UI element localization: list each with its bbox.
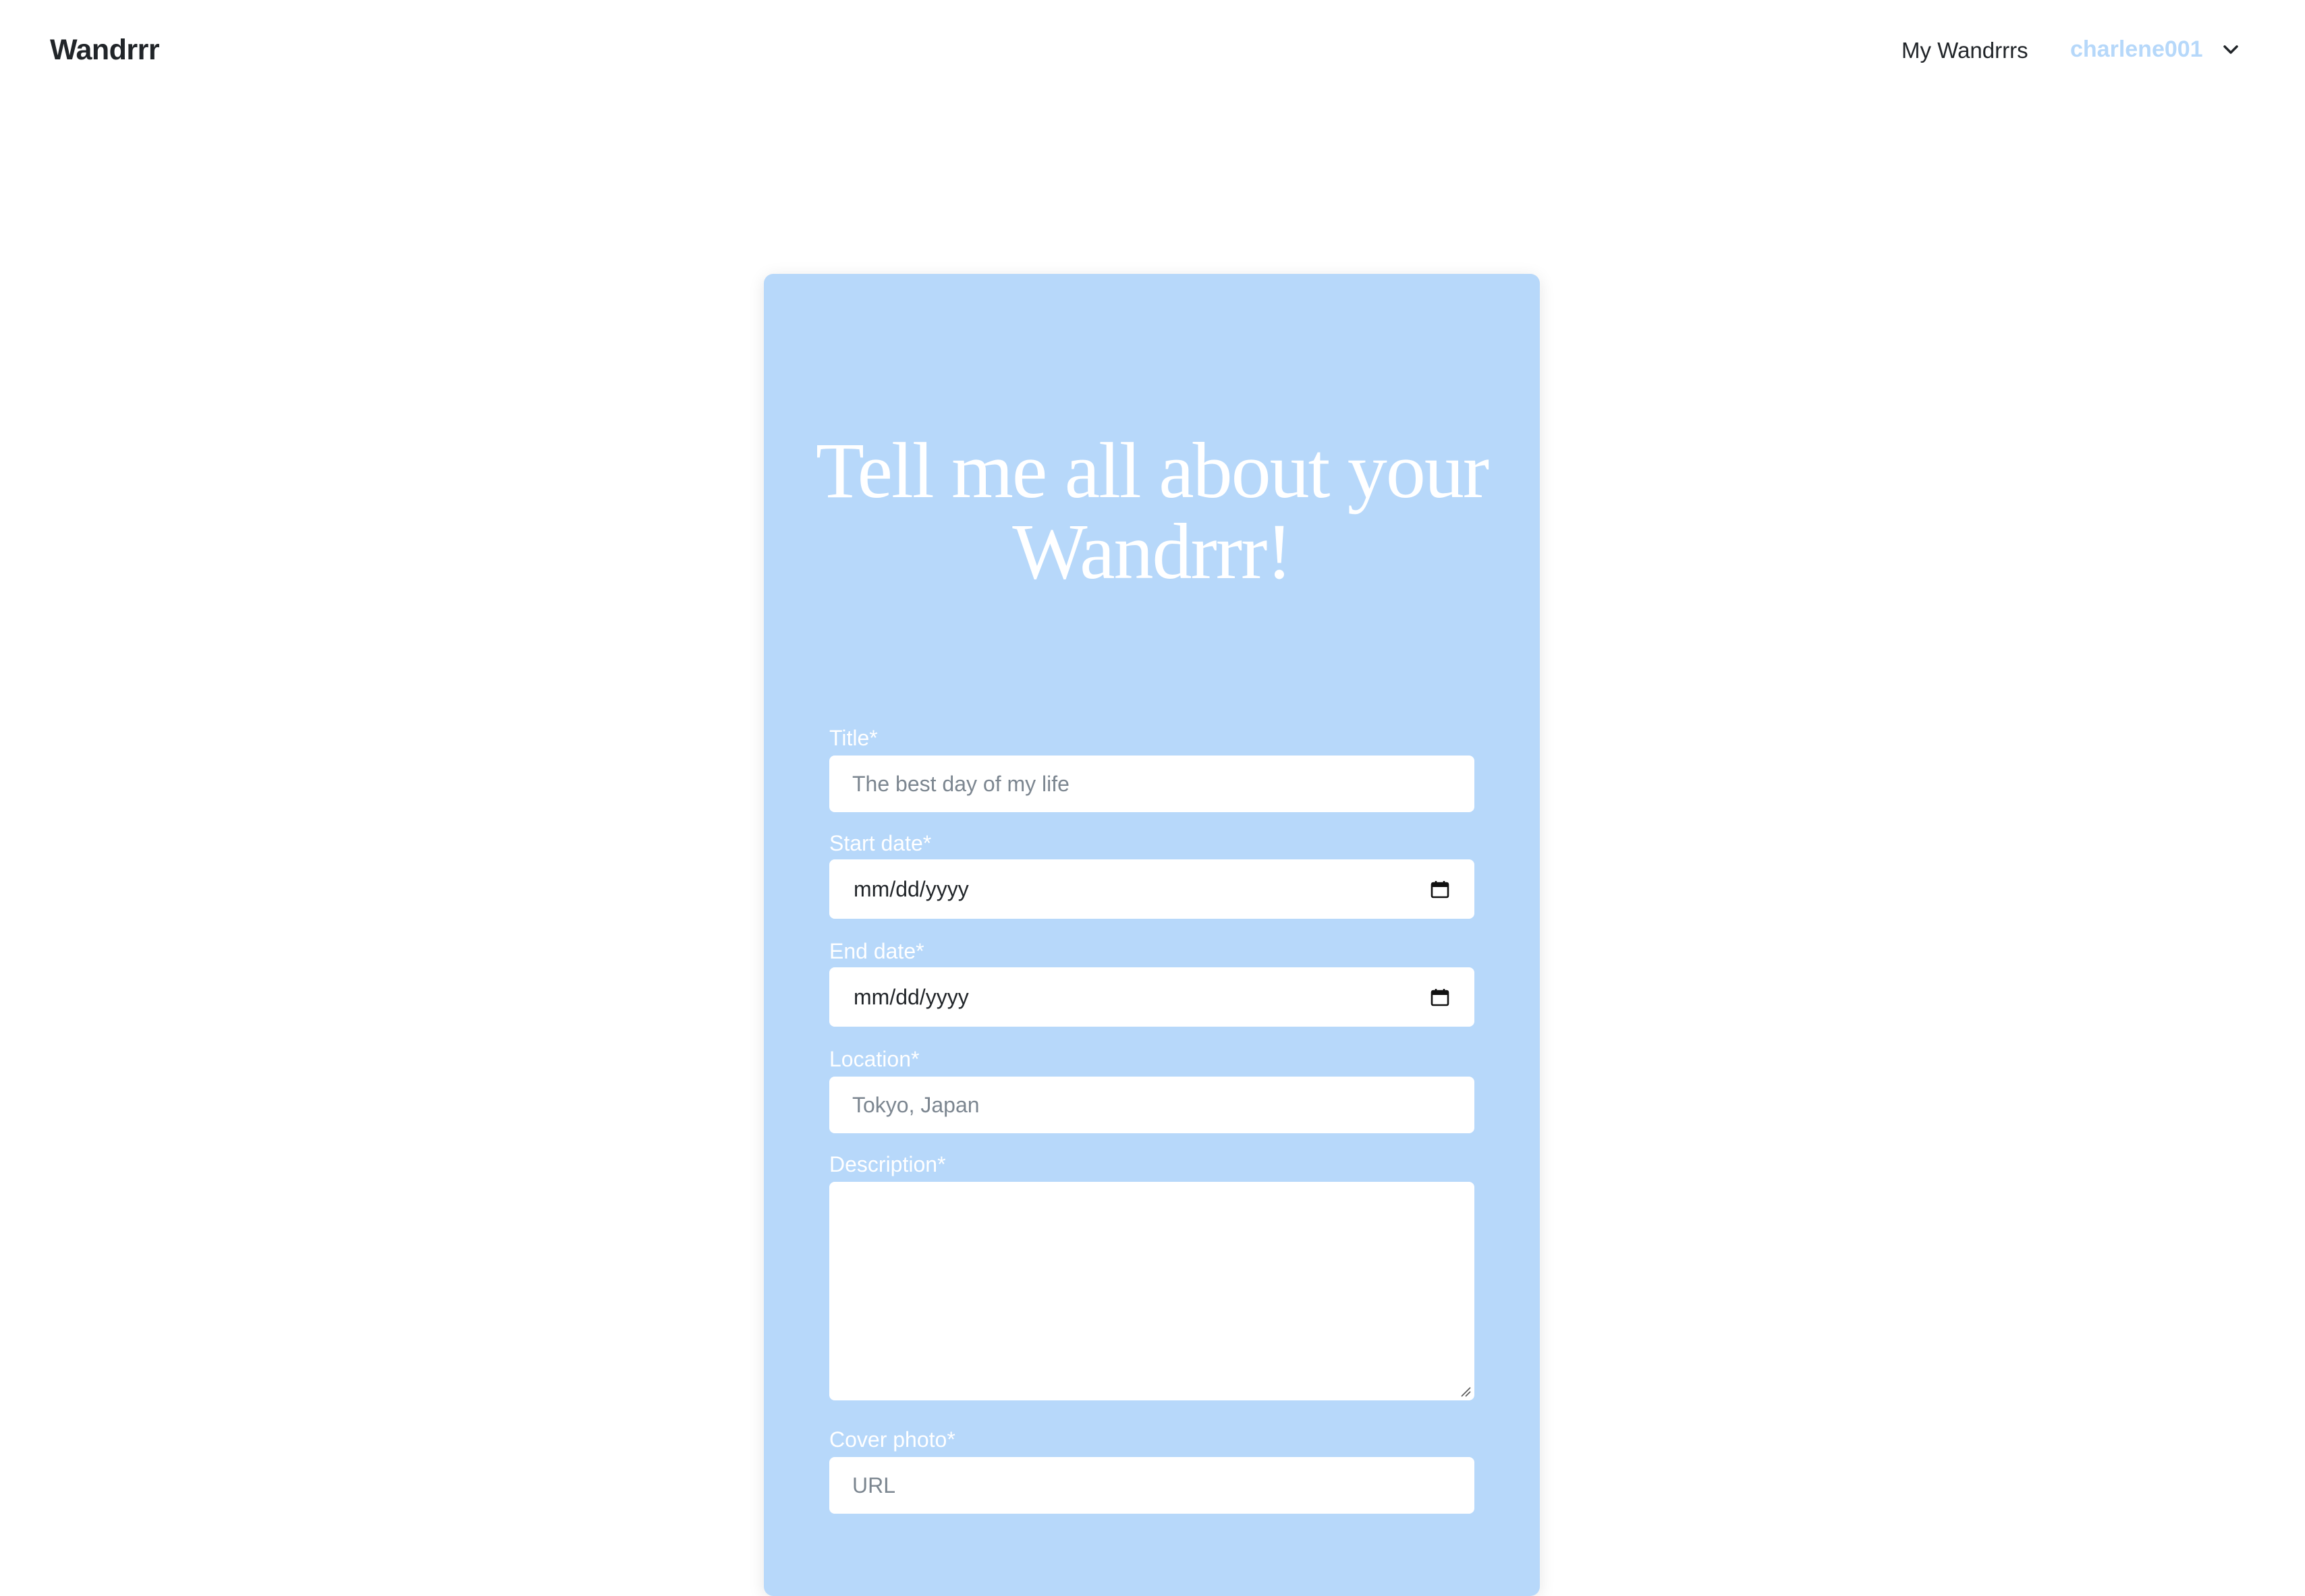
location-input[interactable]	[829, 1077, 1474, 1133]
form-heading: Tell me all about your Wandrrr!	[815, 426, 1489, 596]
resize-grip-icon[interactable]	[1459, 1385, 1471, 1397]
cover-photo-label: Cover photo*	[829, 1427, 955, 1452]
end-date-input[interactable]: mm/dd/yyyy	[829, 967, 1474, 1027]
calendar-icon[interactable]	[1430, 879, 1450, 899]
cover-photo-input[interactable]	[829, 1457, 1474, 1514]
my-wandrrrs-link[interactable]: My Wandrrrs	[1901, 38, 2028, 63]
start-date-label: Start date*	[829, 831, 932, 855]
calendar-icon[interactable]	[1430, 987, 1450, 1007]
top-navbar: Wandrrr My Wandrrrs charlene001	[0, 0, 2305, 107]
brand-logo-link[interactable]: Wandrrr	[50, 34, 160, 67]
title-label: Title*	[829, 726, 878, 750]
title-input[interactable]	[829, 756, 1474, 812]
start-date-input[interactable]: mm/dd/yyyy	[829, 859, 1474, 919]
user-menu-dropdown[interactable]: charlene001	[2070, 36, 2242, 63]
description-label: Description*	[829, 1152, 946, 1176]
username-label: charlene001	[2070, 36, 2203, 62]
end-date-value: mm/dd/yyyy	[854, 984, 969, 1009]
location-label: Location*	[829, 1047, 920, 1071]
description-textarea[interactable]	[829, 1182, 1474, 1400]
end-date-label: End date*	[829, 939, 924, 963]
chevron-down-icon	[2219, 38, 2242, 61]
start-date-value: mm/dd/yyyy	[854, 876, 969, 901]
new-wandrrr-form-card: Tell me all about your Wandrrr! Title* S…	[764, 274, 1540, 1596]
